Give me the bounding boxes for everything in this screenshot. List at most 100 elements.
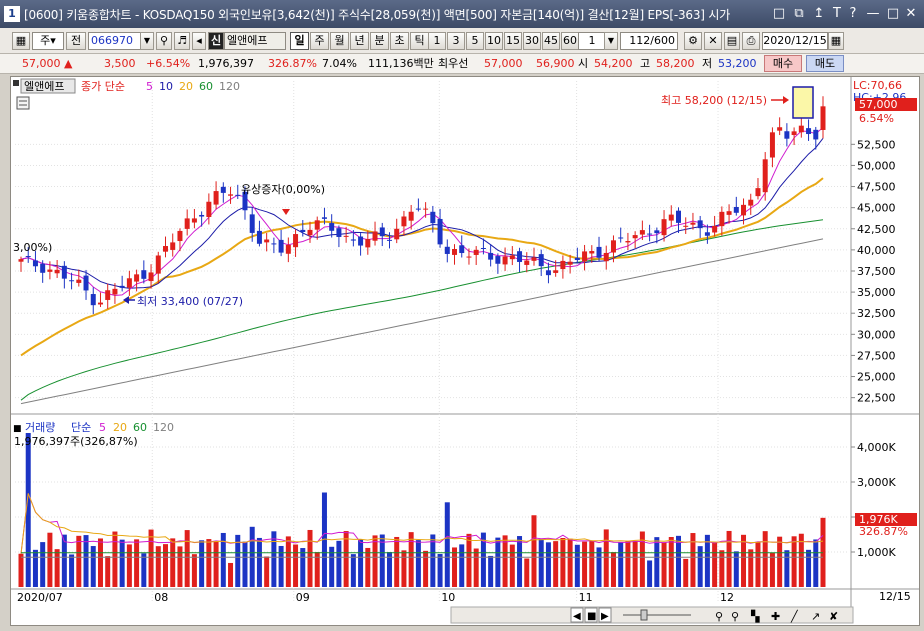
draw-icon[interactable]: ✕ (704, 32, 722, 50)
prev-button[interactable]: 전 (66, 32, 86, 50)
selection-box[interactable] (792, 86, 814, 119)
candle (423, 208, 429, 210)
unknown-icon[interactable]: □ (770, 5, 788, 23)
period-button[interactable]: 일 (290, 32, 309, 50)
buy-button[interactable]: 매수 (764, 55, 802, 72)
chart-area[interactable]: 52,500 50,000 47,500 45,000 42,500 40,000 37,5… (10, 76, 920, 626)
candle (806, 128, 812, 135)
volume-bar (293, 544, 299, 587)
volume-bar (806, 549, 812, 587)
date-field[interactable]: 2020/12/15 (762, 32, 828, 50)
volume-bar (603, 529, 609, 587)
x-tick-label: 11 (579, 591, 593, 604)
volume-bar (567, 538, 573, 587)
period-button[interactable]: 분 (370, 32, 389, 50)
period-button[interactable]: 틱 (410, 32, 429, 50)
candle (105, 290, 111, 300)
period-button[interactable]: 초 (390, 32, 409, 50)
chart-canvas[interactable]: 52,500 50,000 47,500 45,000 42,500 40,000 37,5… (11, 77, 919, 625)
eraser-icon[interactable]: ✘ (829, 610, 838, 623)
restore-icon[interactable]: ⧉ (790, 5, 808, 23)
candle (697, 220, 703, 229)
price-legend-title: 종가 단순 (81, 80, 125, 93)
speaker-icon[interactable]: ♬ (174, 32, 190, 50)
save-icon[interactable]: ▤ (724, 32, 740, 50)
candle (437, 218, 443, 245)
close-icon[interactable]: ✕ (902, 5, 920, 23)
pin-icon[interactable]: ↥ (810, 5, 828, 23)
price-panel-name: 엘앤에프 (24, 80, 64, 93)
period-button[interactable]: 월 (330, 32, 349, 50)
high-value: 58,200 (656, 57, 695, 70)
volume-bar (423, 550, 429, 587)
table-icon[interactable] (16, 96, 30, 110)
volume-bar (119, 539, 125, 587)
volume-bar (213, 541, 219, 587)
interval-button[interactable]: 15 (504, 32, 522, 50)
volume-bar (777, 536, 783, 587)
period-button[interactable]: 년 (350, 32, 369, 50)
volume-bar (32, 549, 38, 587)
best-ask-value: 57,000 (484, 57, 523, 70)
first-icon: ◀ (573, 611, 581, 622)
print-icon[interactable]: ⎙ (742, 32, 760, 50)
market-selector[interactable]: 주▾ (32, 32, 64, 50)
volume-bar (300, 548, 306, 587)
candle (524, 260, 530, 265)
volume-bar (466, 533, 472, 587)
volume-bar (748, 549, 754, 587)
chevron-down-icon[interactable]: ▼ (140, 32, 154, 50)
change-pct: +6.54% (146, 57, 191, 70)
zoom-in-icon[interactable]: ⚲ (715, 610, 723, 623)
interval-value[interactable]: 1 (578, 32, 606, 50)
volume-bar (618, 542, 624, 587)
grid-icon[interactable]: ▦ (12, 32, 30, 50)
volume-bar (394, 536, 400, 587)
price-ma20-label: 20 (179, 80, 193, 93)
ruler-icon[interactable]: ▚ (750, 609, 760, 623)
candle (444, 246, 450, 254)
search-icon[interactable]: ⚲ (156, 32, 172, 50)
calendar-icon[interactable]: ▦ (828, 32, 844, 50)
candle (480, 248, 486, 250)
help-icon[interactable]: ? (844, 5, 862, 23)
candle (25, 256, 31, 258)
interval-button[interactable]: 3 (447, 32, 465, 50)
candle (603, 252, 609, 262)
sell-button[interactable]: 매도 (806, 55, 844, 72)
arrow-icon[interactable]: ↗ (811, 610, 820, 623)
candle (264, 239, 270, 243)
maximize-icon[interactable]: □ (884, 5, 902, 23)
candle (235, 194, 241, 196)
interval-button[interactable]: 60 (561, 32, 579, 50)
interval-button[interactable]: 1 (428, 32, 446, 50)
interval-button[interactable]: 10 (485, 32, 503, 50)
candle (191, 218, 197, 223)
zoom-slider-handle[interactable] (640, 609, 648, 621)
interval-dropdown-icon[interactable]: ▼ (604, 32, 618, 50)
price-ma10-label: 10 (159, 80, 173, 93)
y-tick-label: 35,000 (857, 286, 896, 299)
candle (408, 211, 414, 221)
minimize-icon[interactable]: — (864, 5, 882, 23)
interval-button[interactable]: 30 (523, 32, 541, 50)
current-pct-tag: 6.54% (859, 112, 894, 125)
volume-bar (61, 534, 67, 587)
volume-bar (553, 541, 559, 587)
interval-button[interactable]: 5 (466, 32, 484, 50)
volume-bar (148, 529, 154, 587)
interval-button[interactable]: 45 (542, 32, 560, 50)
candle (249, 214, 255, 233)
zoom-out-icon[interactable]: ⚲ (731, 610, 739, 623)
settings-icon[interactable]: ⚙ (684, 32, 702, 50)
count-field[interactable]: 112/600 (620, 32, 678, 50)
volume-bar (54, 549, 60, 587)
candle (199, 214, 205, 217)
candle (90, 294, 96, 306)
volume-tick-label: 1,000K (857, 546, 896, 559)
volume-bar (184, 530, 190, 587)
period-button[interactable]: 주 (310, 32, 329, 50)
volume-bar (430, 534, 436, 587)
cross-icon[interactable]: ✚ (771, 610, 780, 623)
prev-stock-icon[interactable]: ◂ (192, 32, 206, 50)
